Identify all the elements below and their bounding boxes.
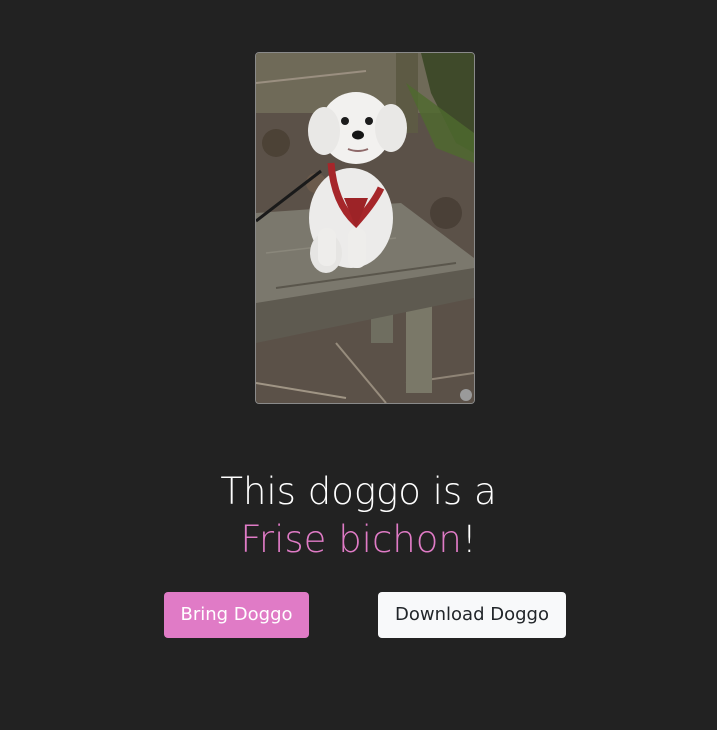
- breed-caption: This doggo is a Frise bichon!: [0, 468, 717, 564]
- bring-doggo-button[interactable]: Bring Doggo: [164, 592, 309, 638]
- caption-prefix: This doggo is a: [220, 470, 497, 513]
- download-doggo-button[interactable]: Download Doggo: [378, 592, 566, 638]
- dog-image: [255, 52, 475, 404]
- caption-suffix: !: [461, 518, 477, 561]
- dog-photo-icon: [256, 53, 474, 403]
- caption-breed-line: Frise bichon!: [0, 516, 717, 564]
- breed-name: Frise bichon: [240, 518, 462, 561]
